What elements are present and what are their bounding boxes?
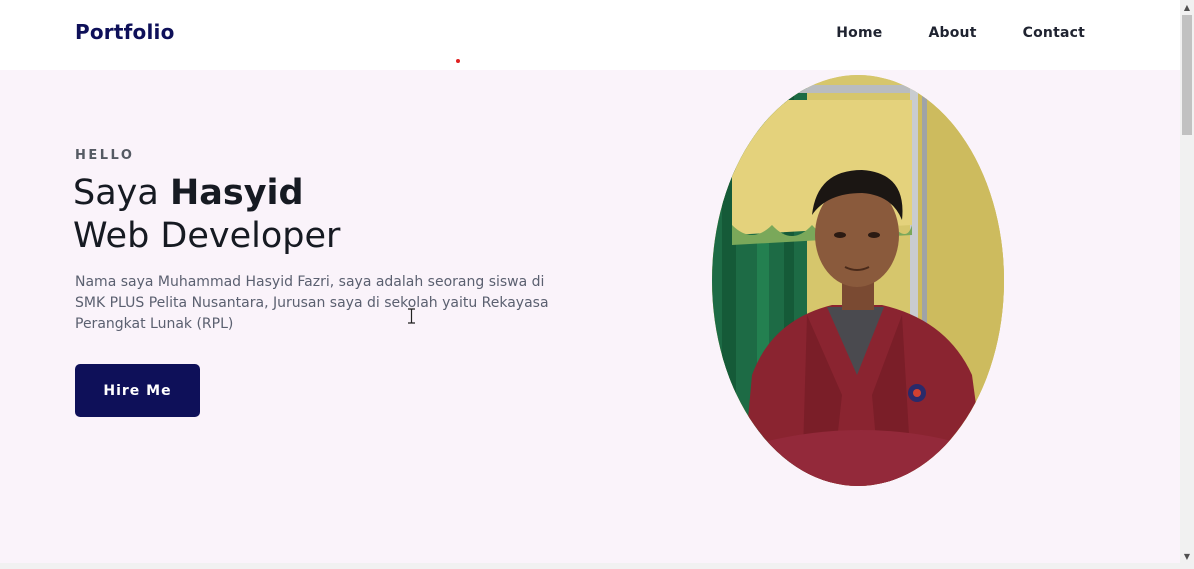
headline-role: Web Developer bbox=[73, 216, 341, 256]
hero-greeting: HELLO bbox=[75, 148, 135, 163]
vertical-scrollbar[interactable]: ▲ ▼ bbox=[1180, 0, 1194, 569]
headline-prefix: Saya bbox=[73, 173, 170, 213]
text-cursor-icon bbox=[408, 308, 415, 324]
hero-bio: Nama saya Muhammad Hasyid Fazri, saya ad… bbox=[75, 274, 549, 332]
scroll-up-icon[interactable]: ▲ bbox=[1180, 0, 1194, 14]
red-dot-marker bbox=[456, 59, 460, 63]
nav-link-contact[interactable]: Contact bbox=[1023, 25, 1085, 41]
navbar: Portfolio Home About Contact bbox=[0, 0, 1180, 70]
horizontal-scrollbar-track bbox=[0, 563, 1180, 569]
nav-links: Home About Contact bbox=[836, 25, 1085, 41]
nav-link-about[interactable]: About bbox=[928, 25, 976, 41]
profile-photo bbox=[712, 75, 1004, 486]
hero-headline: Saya Hasyid Web Developer bbox=[73, 172, 340, 258]
site-logo[interactable]: Portfolio bbox=[75, 20, 175, 44]
hire-me-button[interactable]: Hire Me bbox=[75, 364, 200, 417]
browser-viewport: Portfolio Home About Contact HELLO Saya … bbox=[0, 0, 1180, 563]
profile-photo-illustration bbox=[712, 75, 1004, 486]
scroll-down-icon[interactable]: ▼ bbox=[1180, 549, 1194, 563]
headline-name: Hasyid bbox=[169, 173, 304, 213]
hero-section: HELLO Saya Hasyid Web Developer Nama saya… bbox=[0, 70, 1180, 563]
scrollbar-thumb[interactable] bbox=[1182, 15, 1192, 135]
nav-link-home[interactable]: Home bbox=[836, 25, 882, 41]
